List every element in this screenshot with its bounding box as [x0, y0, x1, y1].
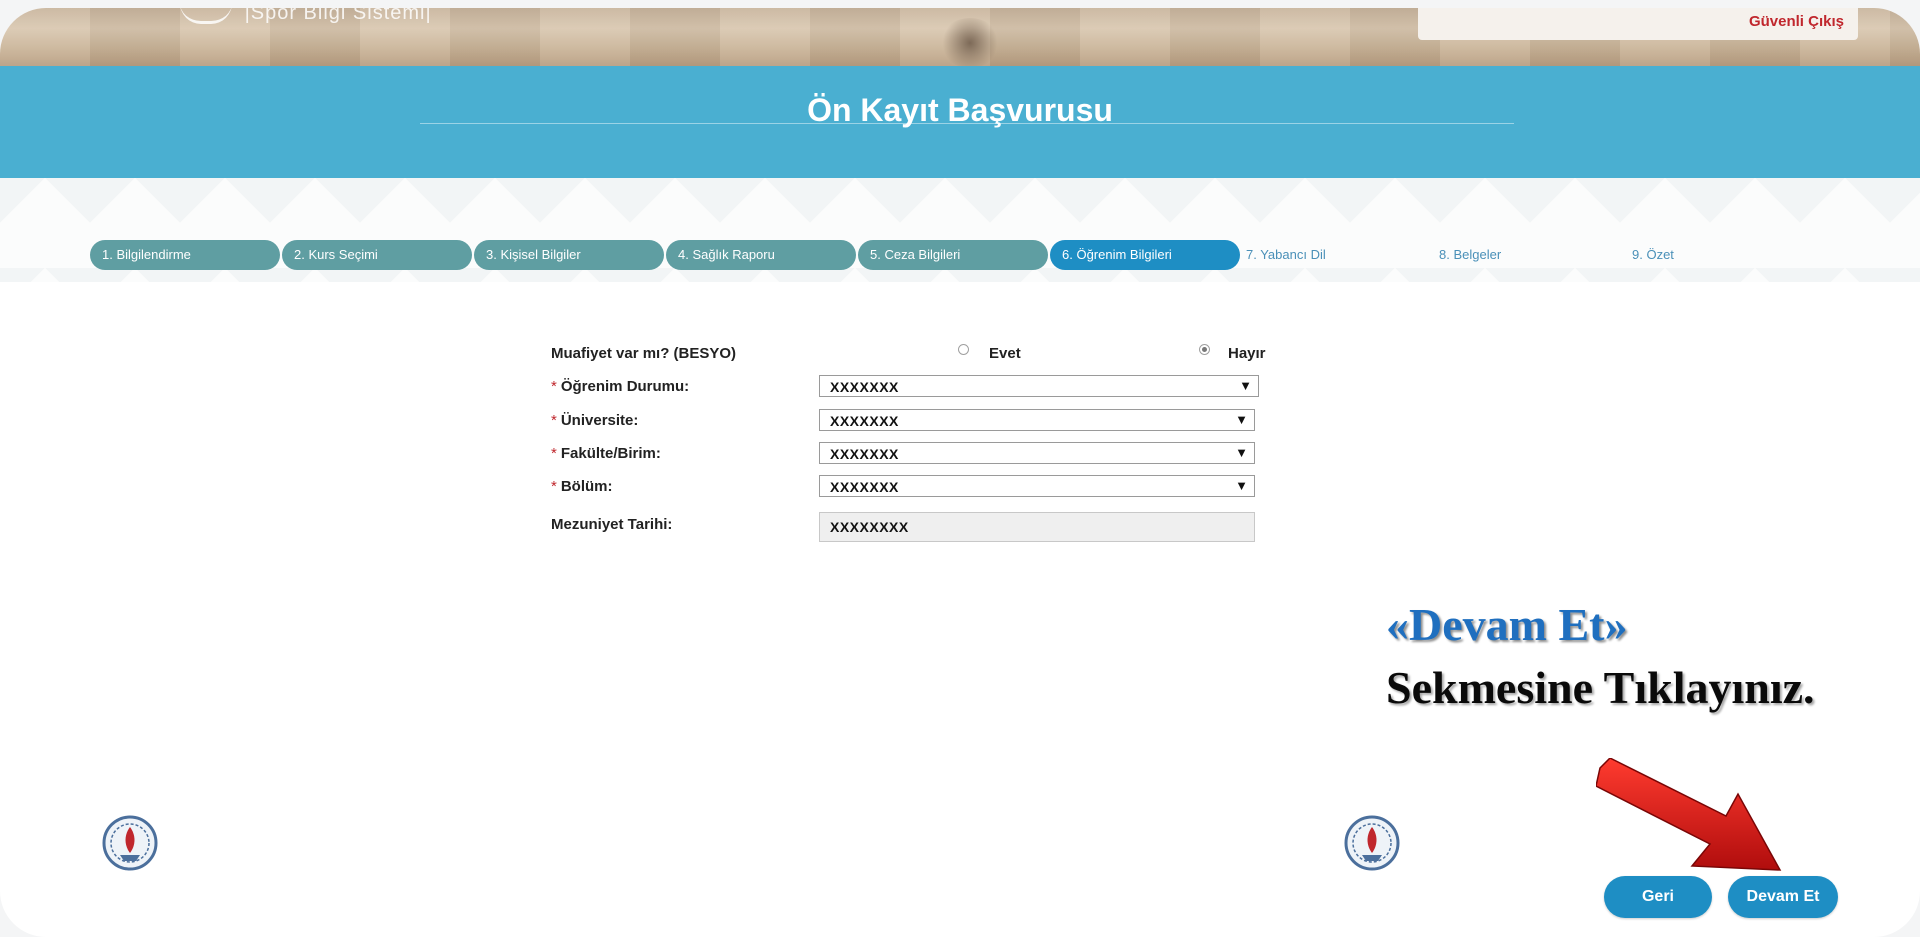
step-label: 6. Öğrenim Bilgileri	[1062, 247, 1172, 262]
step-label: 8. Belgeler	[1439, 247, 1502, 262]
step-1[interactable]: 1. Bilgilendirme	[90, 240, 280, 270]
selected-value: XXXXXXX	[830, 446, 899, 462]
exemption-yes-label: Evet	[989, 345, 1021, 362]
graduation-date-value: XXXXXXXX	[830, 519, 909, 535]
title-band: Ön Kayıt Başvurusu	[0, 66, 1920, 178]
exemption-label: Muafiyet var mı? (BESYO)	[551, 345, 737, 362]
exemption-yes-radio-icon[interactable]	[958, 344, 969, 355]
red-arrow-icon	[1596, 758, 1782, 871]
step-3[interactable]: 3. Kişisel Bilgiler	[474, 240, 664, 270]
step-label: 1. Bilgilendirme	[102, 247, 191, 262]
department-row: * Bölüm: XXXXXXX ▼	[551, 475, 1311, 497]
ministry-emblem-icon	[1344, 815, 1400, 871]
step-7[interactable]: 7. Yabancı Dil	[1246, 240, 1436, 270]
department-select[interactable]: XXXXXXX ▼	[819, 475, 1255, 497]
ministry-emblem-icon	[102, 815, 158, 871]
education-status-label: * Öğrenim Durumu:	[551, 378, 690, 395]
logout-link[interactable]: Güvenli Çıkış	[1749, 13, 1844, 30]
dropdown-arrow-icon: ▼	[1239, 378, 1252, 393]
step-label: 7. Yabancı Dil	[1246, 247, 1326, 262]
step-label: 3. Kişisel Bilgiler	[486, 247, 581, 262]
dropdown-arrow-icon: ▼	[1235, 445, 1248, 460]
education-status-row: * Öğrenim Durumu: XXXXXXX ▼	[551, 375, 1311, 397]
department-label: * Bölüm:	[551, 478, 613, 495]
back-button[interactable]: Geri	[1604, 876, 1712, 918]
step-label: 5. Ceza Bilgileri	[870, 247, 961, 262]
selected-value: XXXXXXX	[830, 379, 899, 395]
step-4[interactable]: 4. Sağlık Raporu	[666, 240, 856, 270]
education-status-select[interactable]: XXXXXXX ▼	[819, 375, 1259, 397]
dropdown-arrow-icon: ▼	[1235, 412, 1248, 427]
university-select[interactable]: XXXXXXX ▼	[819, 409, 1255, 431]
brand-text: |Spor Bilgi Sistemi|	[244, 8, 432, 24]
brand: |Spor Bilgi Sistemi|	[180, 8, 432, 25]
graduation-date-row: Mezuniyet Tarihi: XXXXXXXX	[551, 512, 1311, 542]
annotation-line-1: «Devam Et»	[1386, 599, 1628, 650]
slide-frame: |Spor Bilgi Sistemi| Güvenli Çıkış Ön Ka…	[0, 8, 1920, 937]
step-9[interactable]: 9. Özet	[1632, 240, 1822, 270]
continue-button[interactable]: Devam Et	[1728, 876, 1838, 918]
faculty-select[interactable]: XXXXXXX ▼	[819, 442, 1255, 464]
top-header: |Spor Bilgi Sistemi| Güvenli Çıkış	[0, 8, 1920, 68]
exemption-no-radio-icon[interactable]	[1199, 344, 1210, 355]
selected-value: XXXXXXX	[830, 413, 899, 429]
step-2[interactable]: 2. Kurs Seçimi	[282, 240, 472, 270]
step-5[interactable]: 5. Ceza Bilgileri	[858, 240, 1048, 270]
logout-area: Güvenli Çıkış	[1418, 8, 1858, 40]
step-label: 9. Özet	[1632, 247, 1674, 262]
faculty-row: * Fakülte/Birim: XXXXXXX ▼	[551, 442, 1311, 464]
university-row: * Üniversite: XXXXXXX ▼	[551, 409, 1311, 431]
university-label: * Üniversite:	[551, 412, 639, 429]
dropdown-arrow-icon: ▼	[1235, 478, 1248, 493]
step-8[interactable]: 8. Belgeler	[1439, 240, 1629, 270]
title-divider	[420, 123, 1514, 124]
faculty-label: * Fakülte/Birim:	[551, 445, 661, 462]
graduation-date-field: XXXXXXXX	[819, 512, 1255, 542]
exemption-row: Muafiyet var mı? (BESYO) Evet Hayır	[551, 342, 1311, 364]
header-decoration	[940, 18, 1000, 68]
graduation-date-label: Mezuniyet Tarihi:	[551, 516, 673, 533]
step-6[interactable]: 6. Öğrenim Bilgileri	[1050, 240, 1240, 270]
exemption-no-label: Hayır	[1228, 345, 1266, 362]
annotation-line-2: Sekmesine Tıklayınız.	[1386, 662, 1815, 713]
laurel-logo-icon	[180, 8, 232, 25]
step-label: 2. Kurs Seçimi	[294, 247, 378, 262]
step-label: 4. Sağlık Raporu	[678, 247, 775, 262]
selected-value: XXXXXXX	[830, 479, 899, 495]
